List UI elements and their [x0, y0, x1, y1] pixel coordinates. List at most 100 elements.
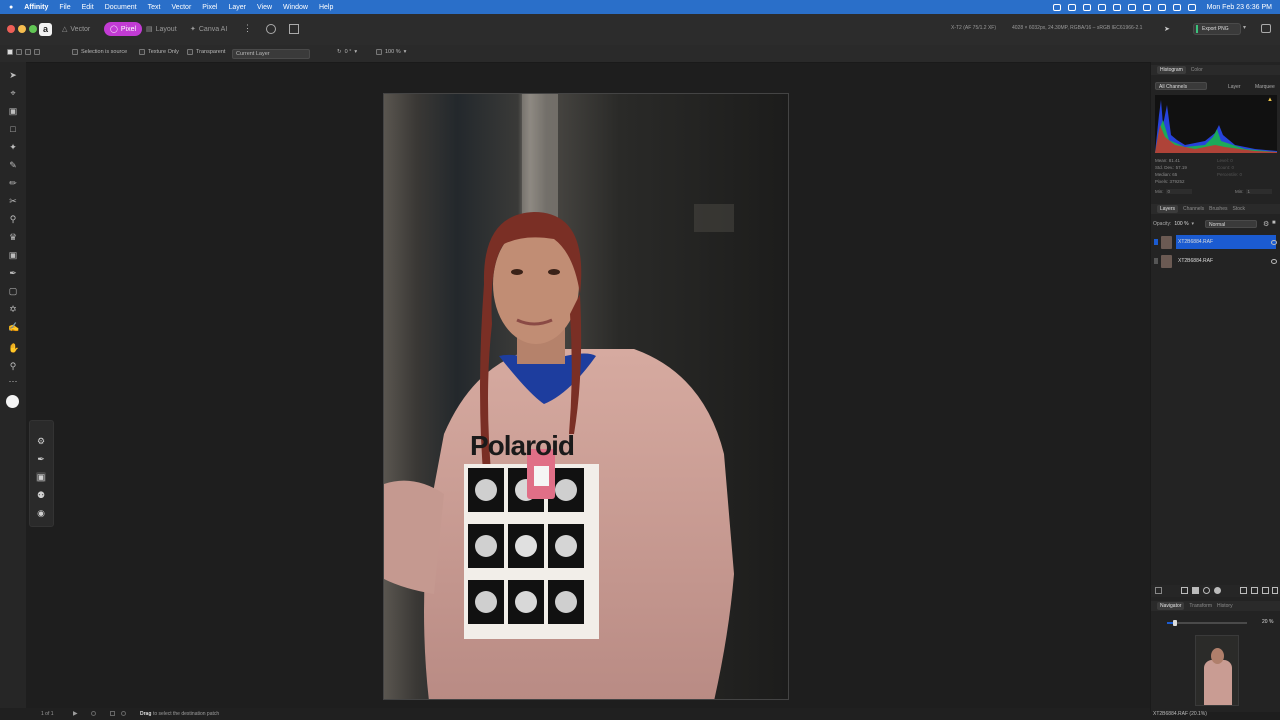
menu-file[interactable]: File [59, 4, 70, 11]
status-icon[interactable] [1082, 3, 1091, 11]
layer-row[interactable]: XT2B6884.RAF [1151, 253, 1280, 269]
zoom-window-button[interactable] [29, 25, 37, 33]
blemish-removal-icon[interactable]: ⚉ [36, 490, 46, 500]
zoom-value[interactable]: 20 % [1262, 619, 1273, 625]
pen-tool-icon[interactable]: ✒ [8, 268, 18, 278]
tab-channels[interactable]: Channels [1183, 206, 1204, 212]
zoom-slider-handle[interactable] [1173, 620, 1177, 626]
histogram-min-right[interactable]: Min: 1 [1235, 189, 1272, 194]
channel-select[interactable]: All Channels [1155, 82, 1207, 90]
affinity-logo-icon[interactable]: a [39, 23, 52, 36]
crop-tool-icon[interactable]: ⌖ [8, 88, 18, 98]
rotation-field[interactable]: ↻ 0 ° ▾ [337, 49, 357, 55]
blend-mode-select[interactable]: Normal [1205, 220, 1257, 228]
control-center-icon[interactable] [1187, 3, 1196, 11]
persona-pixel[interactable]: ◯ Pixel [104, 22, 143, 36]
healing-brush-icon[interactable]: ✒ [36, 454, 46, 464]
clone-tool-icon[interactable]: ♛ [8, 232, 18, 242]
selection-intersect-icon[interactable] [34, 49, 40, 55]
status-icon[interactable] [1097, 3, 1106, 11]
selection-add-icon[interactable] [16, 49, 22, 55]
clock[interactable]: Mon Feb 23 6:36 PM [1207, 4, 1272, 11]
add-group-icon[interactable] [1251, 587, 1258, 594]
adjustment-icon[interactable] [1203, 587, 1210, 594]
menu-vector[interactable]: Vector [171, 4, 191, 11]
status-icon[interactable] [1067, 3, 1076, 11]
persona-layout[interactable]: ▤ Layout [146, 22, 177, 36]
tab-histogram[interactable]: Histogram [1157, 66, 1186, 74]
live-filter-icon[interactable] [1214, 587, 1221, 594]
pixel-tool-icon[interactable]: ✏ [8, 178, 18, 188]
menu-pixel[interactable]: Pixel [202, 4, 217, 11]
minimize-window-button[interactable] [18, 25, 26, 33]
selection-mode-icons[interactable] [7, 49, 40, 55]
status-icon[interactable] [1127, 3, 1136, 11]
histogram-min-left[interactable]: Min: 0 [1155, 189, 1192, 194]
status-icon[interactable] [110, 711, 115, 716]
status-icon[interactable] [1052, 3, 1061, 11]
histogram-layer-option[interactable]: Layer [1228, 84, 1241, 90]
move-tool-icon[interactable]: ➤ [8, 70, 18, 80]
opacity-control[interactable]: Opacity: 100 % ▾ [1153, 221, 1194, 227]
layer-visibility-checkbox[interactable] [1154, 258, 1158, 264]
snapping-icon[interactable] [266, 24, 276, 34]
eye-icon[interactable] [1271, 259, 1277, 264]
color-picker-tool-icon[interactable]: ✍ [8, 322, 19, 332]
view-tool-icon[interactable]: ✋ [8, 343, 19, 353]
color-well[interactable] [6, 395, 19, 408]
tab-stock[interactable]: Stock [1233, 206, 1246, 212]
more-icon[interactable]: ⋮ [243, 23, 252, 34]
grid-icon[interactable] [289, 24, 299, 34]
gear-icon[interactable]: ⚙ [1263, 220, 1269, 228]
zoom-slider[interactable] [1167, 620, 1247, 626]
tab-brushes[interactable]: Brushes [1209, 206, 1227, 212]
status-icon[interactable] [121, 711, 126, 716]
document-canvas[interactable]: Polaroid [383, 93, 789, 700]
panels-icon[interactable] [1261, 24, 1271, 33]
layer-visibility-checkbox[interactable] [1154, 239, 1158, 245]
texture-only-toggle[interactable]: Texture Only [139, 49, 179, 55]
export-mode-icon[interactable]: ➤ [1164, 25, 1170, 33]
zoom-tool-icon[interactable]: ⚲ [8, 361, 18, 371]
delete-layer-icon[interactable] [1272, 587, 1278, 594]
layer-row[interactable]: XT2B6884.RAF [1151, 234, 1280, 250]
fx-icon[interactable] [1192, 587, 1199, 594]
menu-window[interactable]: Window [283, 4, 308, 11]
patch-tool-icon[interactable]: ▣ [36, 472, 46, 482]
close-window-button[interactable] [7, 25, 15, 33]
tab-navigator[interactable]: Navigator [1157, 602, 1185, 610]
histogram-marquee-option[interactable]: Marquee [1255, 84, 1275, 90]
play-icon[interactable]: ▶ [73, 710, 78, 717]
tab-layers[interactable]: Layers [1157, 205, 1179, 213]
export-button[interactable]: Export PNG [1193, 23, 1241, 35]
lock-icon[interactable]: ■ [1272, 220, 1276, 226]
menu-help[interactable]: Help [319, 4, 333, 11]
chevron-down-icon[interactable]: ▾ [1243, 24, 1246, 31]
persona-canva-ai[interactable]: ✦ Canva AI [190, 22, 227, 36]
navigator-preview[interactable] [1195, 635, 1239, 706]
paint-brush-tool-icon[interactable]: ✎ [8, 160, 18, 170]
dodge-tool-icon[interactable]: ⚲ [8, 214, 18, 224]
persona-vector[interactable]: △ Vector [62, 22, 90, 36]
menu-edit[interactable]: Edit [82, 4, 94, 11]
layer-options-icon[interactable] [1155, 587, 1162, 594]
selection-new-icon[interactable] [7, 49, 13, 55]
selection-subtract-icon[interactable] [25, 49, 31, 55]
status-icon[interactable] [91, 711, 96, 716]
menu-document[interactable]: Document [105, 4, 137, 11]
apple-icon[interactable]: ● [9, 4, 13, 11]
search-icon[interactable] [1172, 3, 1181, 11]
more-tools-icon[interactable]: ⋯ [8, 376, 18, 386]
rectangle-tool-icon[interactable]: ▢ [8, 286, 18, 296]
menu-view[interactable]: View [257, 4, 272, 11]
flood-select-tool-icon[interactable]: ✦ [8, 142, 18, 152]
mask-layer-icon[interactable] [1181, 587, 1188, 594]
menu-app-name[interactable]: Affinity [24, 4, 48, 11]
transparent-toggle[interactable]: Transparent [187, 49, 225, 55]
status-icon[interactable] [1112, 3, 1121, 11]
tab-color[interactable]: Color [1191, 67, 1203, 73]
tab-history[interactable]: History [1217, 603, 1233, 609]
marquee-tool-icon[interactable]: □ [8, 124, 18, 134]
add-pixel-layer-icon[interactable] [1240, 587, 1247, 594]
wifi-icon[interactable] [1157, 3, 1166, 11]
